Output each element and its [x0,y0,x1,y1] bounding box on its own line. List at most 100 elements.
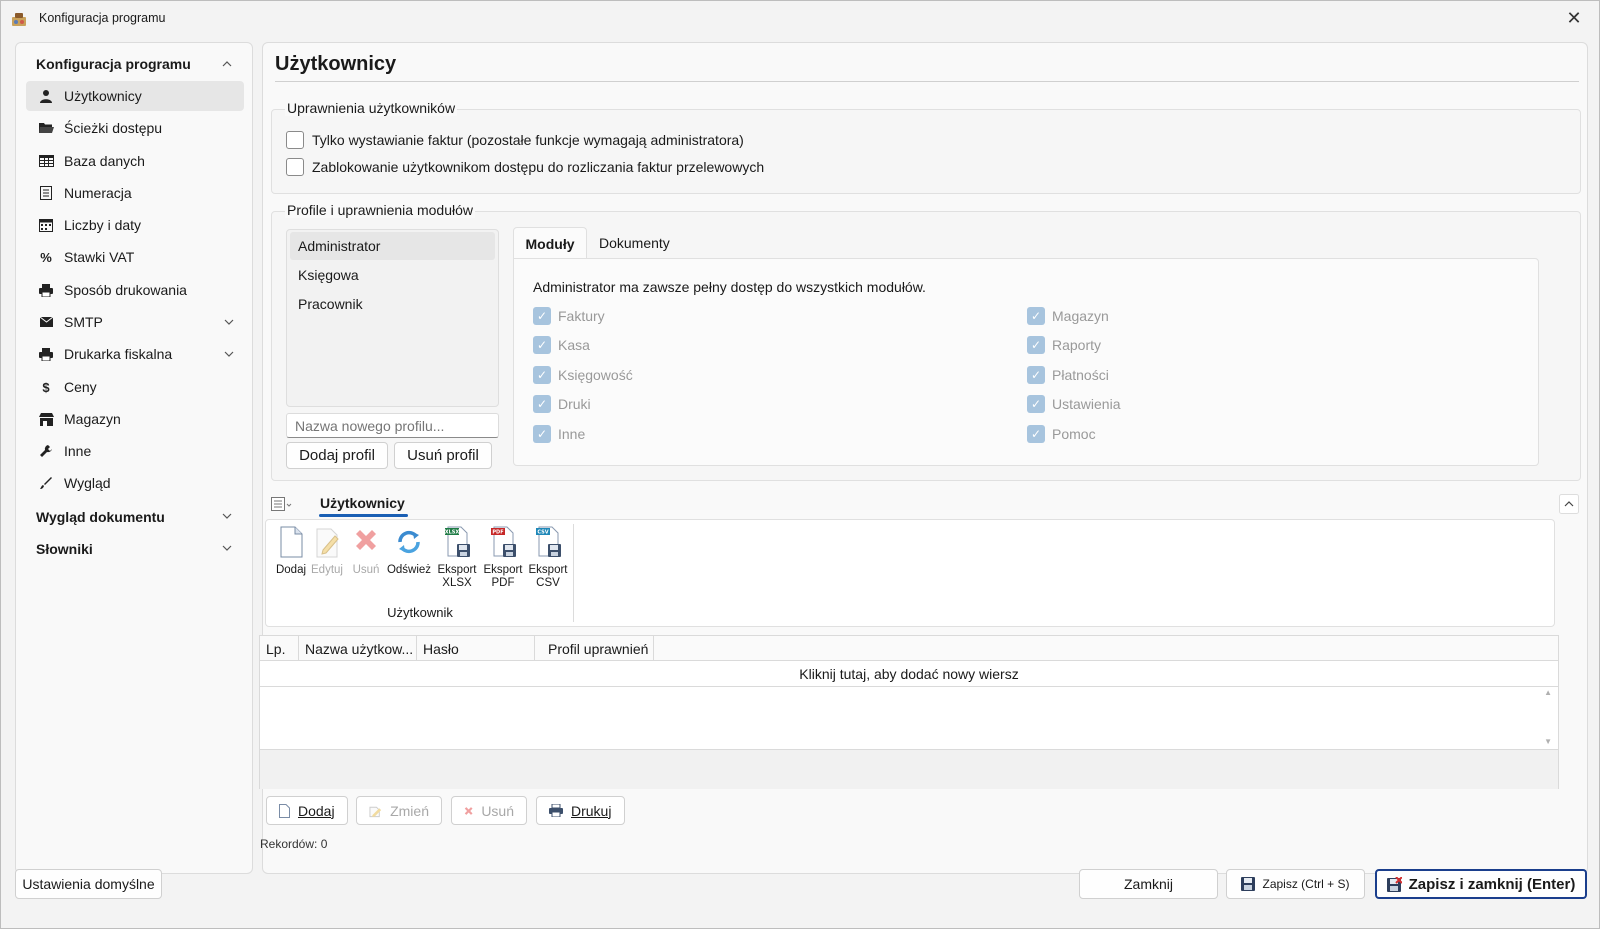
checked-checkbox-icon: ✓ [533,366,551,384]
ribbon-tab-underline [319,514,408,517]
records-count: Rekordów: 0 [260,837,328,851]
checkbox-label: Tylko wystawianie faktur (pozostałe funk… [312,132,744,148]
checked-checkbox-icon: ✓ [533,336,551,354]
chevron-down-icon[interactable] [222,545,232,551]
grid-header: Lp. Nazwa użytkow... Hasło Profil uprawn… [260,636,1558,661]
chevron-up-icon[interactable] [222,60,232,68]
folder-icon [38,120,54,136]
sidebar-item-label: Stawki VAT [64,249,135,265]
block-transfer-settlement-checkbox[interactable]: Zablokowanie użytkownikom dostępu do roz… [286,158,764,176]
column-header-profile[interactable]: Profil uprawnień [535,636,654,661]
scroll-down-icon[interactable]: ▼ [1544,737,1552,746]
sidebar-item-numbers-dates[interactable]: Liczby i daty [26,210,244,240]
envelope-icon [38,314,54,330]
export-xlsx-icon: XLSX [445,526,470,557]
print-button[interactable]: Drukuj [536,796,625,825]
checkbox-box[interactable] [286,158,304,176]
sidebar-item-users[interactable]: Użytkownicy [26,81,244,111]
sidebar-item-other[interactable]: Inne [26,436,244,466]
chevron-down-icon[interactable] [222,513,232,519]
default-settings-button[interactable]: Ustawienia domyślne [15,869,162,899]
permissions-group-title: Uprawnienia użytkowników [285,100,458,116]
only-invoicing-checkbox[interactable]: Tylko wystawianie faktur (pozostałe funk… [286,131,744,149]
edit-icon [369,806,382,817]
checkbox-box[interactable] [286,131,304,149]
ribbon-delete-button[interactable]: Usuń [343,526,389,577]
save-and-close-button[interactable]: Zapisz i zamknij (Enter) [1375,869,1587,899]
sidebar-item-appearance[interactable]: Wygląd [26,468,244,498]
sidebar-item-warehouse[interactable]: Magazyn [26,404,244,434]
store-icon [38,411,54,427]
wrench-icon [38,443,54,459]
chevron-down-icon [224,319,234,325]
modules-panel: Administrator ma zawsze pełny dostęp do … [513,258,1539,466]
sidebar-item-prices[interactable]: $ Ceny [26,372,244,402]
sidebar-item-smtp[interactable]: SMTP [26,307,244,337]
close-button[interactable]: Zamknij [1079,869,1218,899]
profile-list[interactable]: Administrator Księgowa Pracownik [286,229,499,407]
printer-icon [38,282,54,298]
checked-checkbox-icon: ✓ [1027,336,1045,354]
checked-checkbox-icon: ✓ [533,307,551,325]
scroll-up-icon[interactable]: ▲ [1544,688,1552,697]
title-bar: Konfiguracja programu ✕ [1,1,1599,37]
sidebar-item-numbering[interactable]: Numeracja [26,178,244,208]
sidebar-item-paths[interactable]: Ścieżki dostępu [26,113,244,143]
module-ksiegowosc: ✓ Księgowość [533,366,633,384]
profile-item-administrator[interactable]: Administrator [290,232,495,260]
checked-checkbox-icon: ✓ [533,395,551,413]
sidebar-item-printing[interactable]: Sposób drukowania [26,275,244,305]
checked-checkbox-icon: ✓ [1027,366,1045,384]
ribbon-menu-icon[interactable] [271,496,293,512]
checked-checkbox-icon: ✓ [1027,307,1045,325]
sidebar-item-label: Ścieżki dostępu [64,120,163,136]
module-pomoc: ✓ Pomoc [1027,425,1096,443]
sidebar-item-label: Drukarka fiskalna [64,346,173,362]
save-close-icon [1386,876,1402,892]
column-header-password[interactable]: Hasło [417,636,535,661]
ribbon-export-xlsx-button[interactable]: XLSX Eksport XLSX [434,526,480,590]
tab-modules[interactable]: Moduły [513,227,587,259]
sidebar-group-dictionaries[interactable]: Słowniki [36,541,93,557]
tab-documents[interactable]: Dokumenty [599,227,670,259]
profile-item-employee[interactable]: Pracownik [290,290,495,318]
remove-row-button[interactable]: Usuń [451,796,527,825]
sidebar-item-database[interactable]: Baza danych [26,146,244,176]
ribbon-group-label: Użytkownik [387,605,453,620]
close-icon[interactable]: ✕ [1563,7,1585,29]
sidebar-item-label: Numeracja [64,185,132,201]
column-header-username[interactable]: Nazwa użytkow... [299,636,417,661]
sidebar-item-label: Inne [64,443,92,459]
change-row-button[interactable]: Zmień [356,796,442,825]
ribbon-export-pdf-button[interactable]: PDF Eksport PDF [480,526,526,590]
ribbon-export-csv-button[interactable]: CSV Eksport CSV [525,526,571,590]
modules-info-text: Administrator ma zawsze pełny dostęp do … [533,279,926,295]
xlsx-badge-text: XLSX [445,530,460,536]
module-kasa: ✓ Kasa [533,336,590,354]
profiles-group-title: Profile i uprawnienia modułów [285,202,475,218]
printer-icon [38,346,54,362]
sidebar-item-vat[interactable]: % Stawki VAT [26,242,244,272]
column-header-lp[interactable]: Lp. [260,636,299,661]
new-row-placeholder[interactable]: Kliknij tutaj, aby dodać nowy wiersz [260,661,1558,687]
sidebar-group-doc-look[interactable]: Wygląd dokumentu [36,509,165,525]
sidebar-item-label: SMTP [64,314,103,330]
ribbon-tab-users[interactable]: Użytkownicy [320,495,405,511]
delete-icon [356,530,376,550]
sidebar-item-label: Liczby i daty [64,217,142,233]
remove-profile-button[interactable]: Usuń profil [394,442,492,469]
module-platnosci: ✓ Płatności [1027,366,1109,384]
profile-item-accountant[interactable]: Księgowa [290,261,495,289]
users-grid: Lp. Nazwa użytkow... Hasło Profil uprawn… [259,635,1559,789]
sidebar-group-config[interactable]: Konfiguracja programu [36,56,191,72]
add-profile-button[interactable]: Dodaj profil [286,442,388,469]
sidebar-item-label: Wygląd [64,475,111,491]
add-row-button[interactable]: Dodaj [266,796,348,825]
collapse-ribbon-icon[interactable] [1559,494,1579,514]
sidebar-item-fiscal-printer[interactable]: Drukarka fiskalna [26,339,244,369]
sidebar-item-label: Baza danych [64,153,145,169]
save-button[interactable]: Zapisz (Ctrl + S) [1226,869,1365,899]
new-profile-input[interactable] [286,413,499,438]
module-faktury: ✓ Faktury [533,307,605,325]
ribbon-refresh-button[interactable]: Odśwież [386,526,432,577]
